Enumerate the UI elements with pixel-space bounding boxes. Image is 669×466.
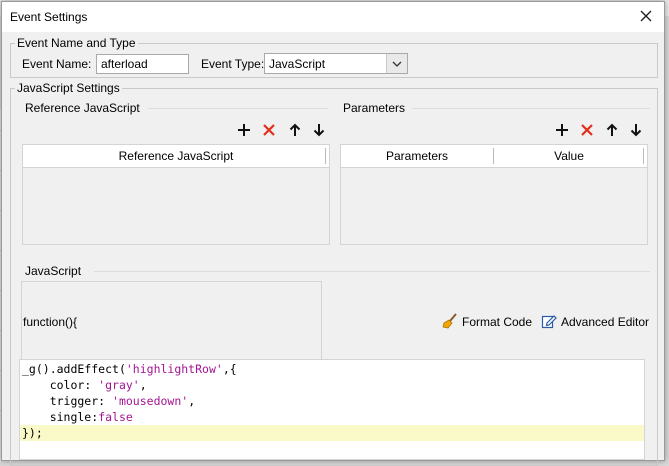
edit-icon [541,313,557,329]
event-name-type-legend: Event Name and Type [17,36,136,50]
value-column-header[interactable]: Value [494,149,644,163]
javascript-settings-legend: JavaScript Settings [17,81,120,95]
move-reference-down-button[interactable] [311,122,327,138]
reference-javascript-grid[interactable]: Reference JavaScript [22,144,330,245]
close-icon[interactable] [638,8,654,24]
function-prefix: function(){ [23,315,78,329]
reference-javascript-title: Reference JavaScript [25,101,140,115]
add-reference-button[interactable] [236,122,252,138]
divider [94,271,650,272]
reference-grid-header: Reference JavaScript [23,145,329,168]
javascript-title: JavaScript [25,264,82,278]
add-parameter-button[interactable] [554,122,570,138]
code-line: single:false [22,410,133,424]
event-name-input[interactable] [96,54,189,74]
code-line: trigger: 'mousedown', [22,394,196,408]
move-reference-up-button[interactable] [287,122,303,138]
event-type-select[interactable]: JavaScript [264,53,408,74]
column-divider [325,148,326,164]
divider [412,108,650,109]
parameters-grid-header: Parameters Value [341,145,647,168]
reference-column-header[interactable]: Reference JavaScript [23,149,329,163]
column-divider [643,148,644,164]
code-line: color: 'gray', [22,378,147,392]
delete-reference-button[interactable] [261,122,277,138]
code-line: _g().addEffect('highlightRow',{ [22,362,237,376]
event-name-label: Event Name: [22,57,92,71]
chevron-down-icon[interactable] [386,54,407,73]
parameters-title: Parameters [343,101,406,115]
parameters-grid[interactable]: Parameters Value [340,144,648,245]
divider [148,108,328,109]
code-editor[interactable]: _g().addEffect('highlightRow',{ color: '… [19,359,645,460]
dialog-titlebar: Event Settings [2,2,664,32]
advanced-editor-label: Advanced Editor [561,315,650,329]
advanced-editor-button[interactable]: Advanced Editor [541,313,653,331]
broom-icon [442,313,458,329]
dialog-title: Event Settings [10,10,88,24]
delete-parameter-button[interactable] [579,122,595,138]
code-line-highlighted: }); [20,425,644,441]
parameters-column-header[interactable]: Parameters [341,149,493,163]
move-parameter-down-button[interactable] [628,122,644,138]
event-type-label: Event Type: [201,57,265,71]
format-code-label: Format Code [462,315,533,329]
event-type-value: JavaScript [269,57,326,71]
move-parameter-up-button[interactable] [604,122,620,138]
format-code-button[interactable]: Format Code [442,313,542,331]
